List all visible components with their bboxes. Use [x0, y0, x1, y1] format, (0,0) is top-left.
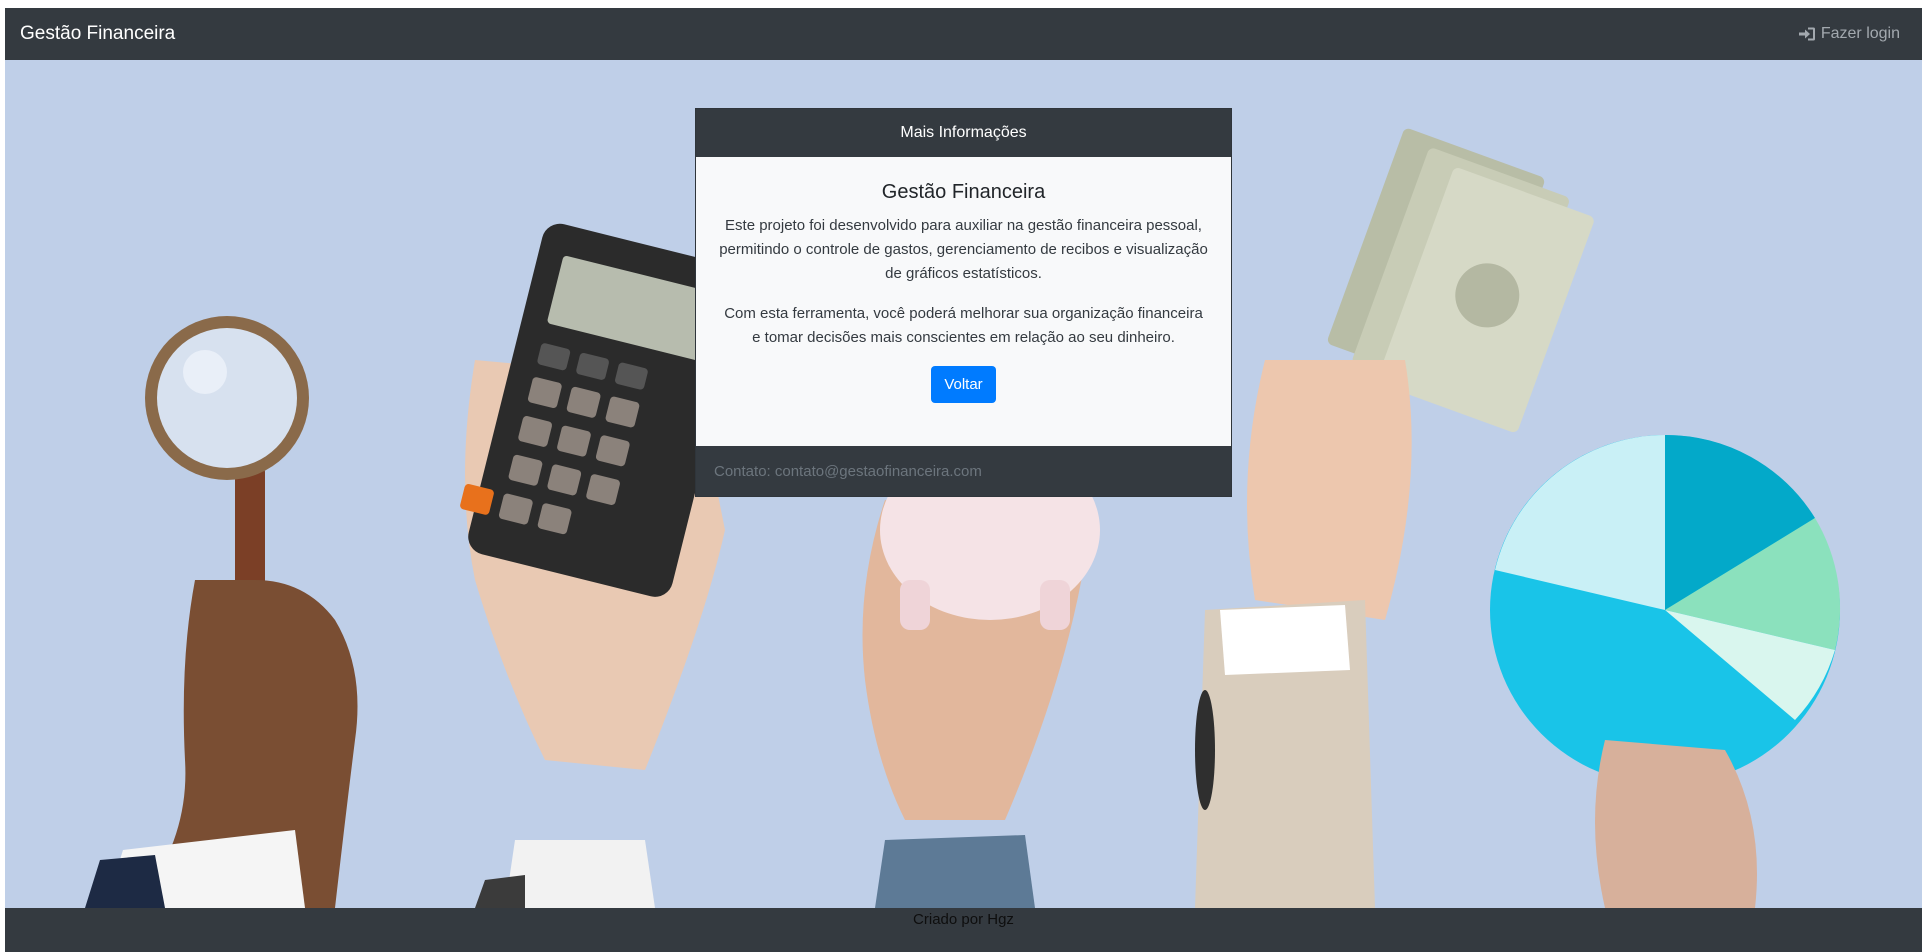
- top-navbar: Gestão Financeira Fazer login: [5, 8, 1922, 60]
- pie-chart-hand: [1490, 434, 1841, 908]
- card-paragraph-benefit: Com esta ferramenta, você poderá melhora…: [724, 305, 1203, 346]
- card-header-title: Mais Informações: [900, 124, 1027, 141]
- magnifier-hand: [85, 316, 358, 908]
- contact-text: Contato: contato@gestaofinanceira.com: [714, 462, 982, 480]
- card-header: Mais Informações: [696, 109, 1231, 157]
- voltar-button[interactable]: Voltar: [931, 366, 996, 403]
- info-card: Mais Informações Gestão Financeira Este …: [695, 108, 1232, 497]
- login-label: Fazer login: [1820, 25, 1900, 42]
- app-frame: Gestão Financeira Fazer login Criado por…: [5, 8, 1922, 952]
- card-body: Gestão Financeira Este projeto foi desen…: [696, 157, 1231, 403]
- card-title: Gestão Financeira: [881, 181, 1046, 203]
- card-footer: Contato: contato@gestaofinanceira.com: [696, 446, 1231, 496]
- navbar-brand[interactable]: Gestão Financeira: [5, 23, 175, 45]
- piggy-bank-hand: [862, 440, 1100, 908]
- page-footer: Criado por Hgz: [5, 908, 1922, 952]
- card-paragraph-description: Este projeto foi desenvolvido para auxil…: [719, 217, 1208, 282]
- footer-credit: Criado por Hgz: [913, 911, 1014, 928]
- login-link[interactable]: Fazer login: [1798, 25, 1922, 43]
- sign-in-icon: [1798, 27, 1815, 41]
